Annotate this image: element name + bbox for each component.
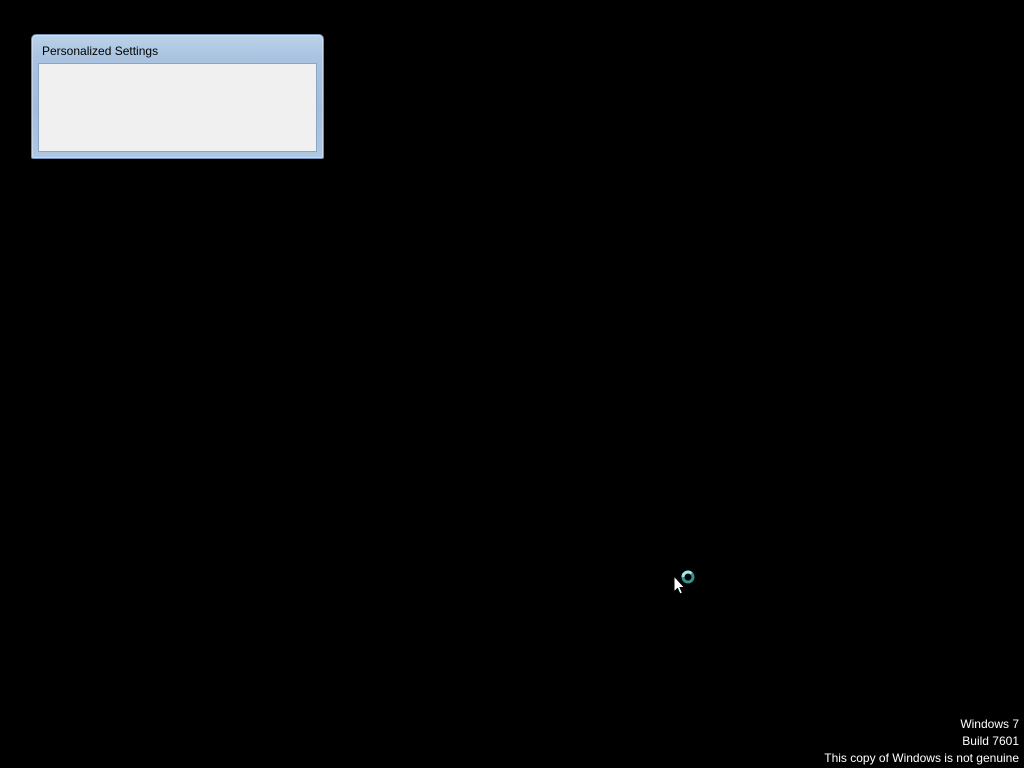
busy-pointer-icon [672,568,698,598]
windows-watermark: Windows 7 Build 7601 This copy of Window… [824,716,1019,767]
window-content-area [38,63,317,152]
watermark-genuine-notice: This copy of Windows is not genuine [824,751,1019,765]
watermark-build: Build 7601 [962,734,1019,748]
window-title: Personalized Settings [42,44,159,58]
window-title-bar[interactable]: Personalized Settings [32,35,323,63]
personalized-settings-window[interactable]: Personalized Settings [31,34,324,159]
desktop-background: Personalized Settings Windows 7 Build 76… [0,0,1024,768]
watermark-os-name: Windows 7 [960,717,1019,731]
